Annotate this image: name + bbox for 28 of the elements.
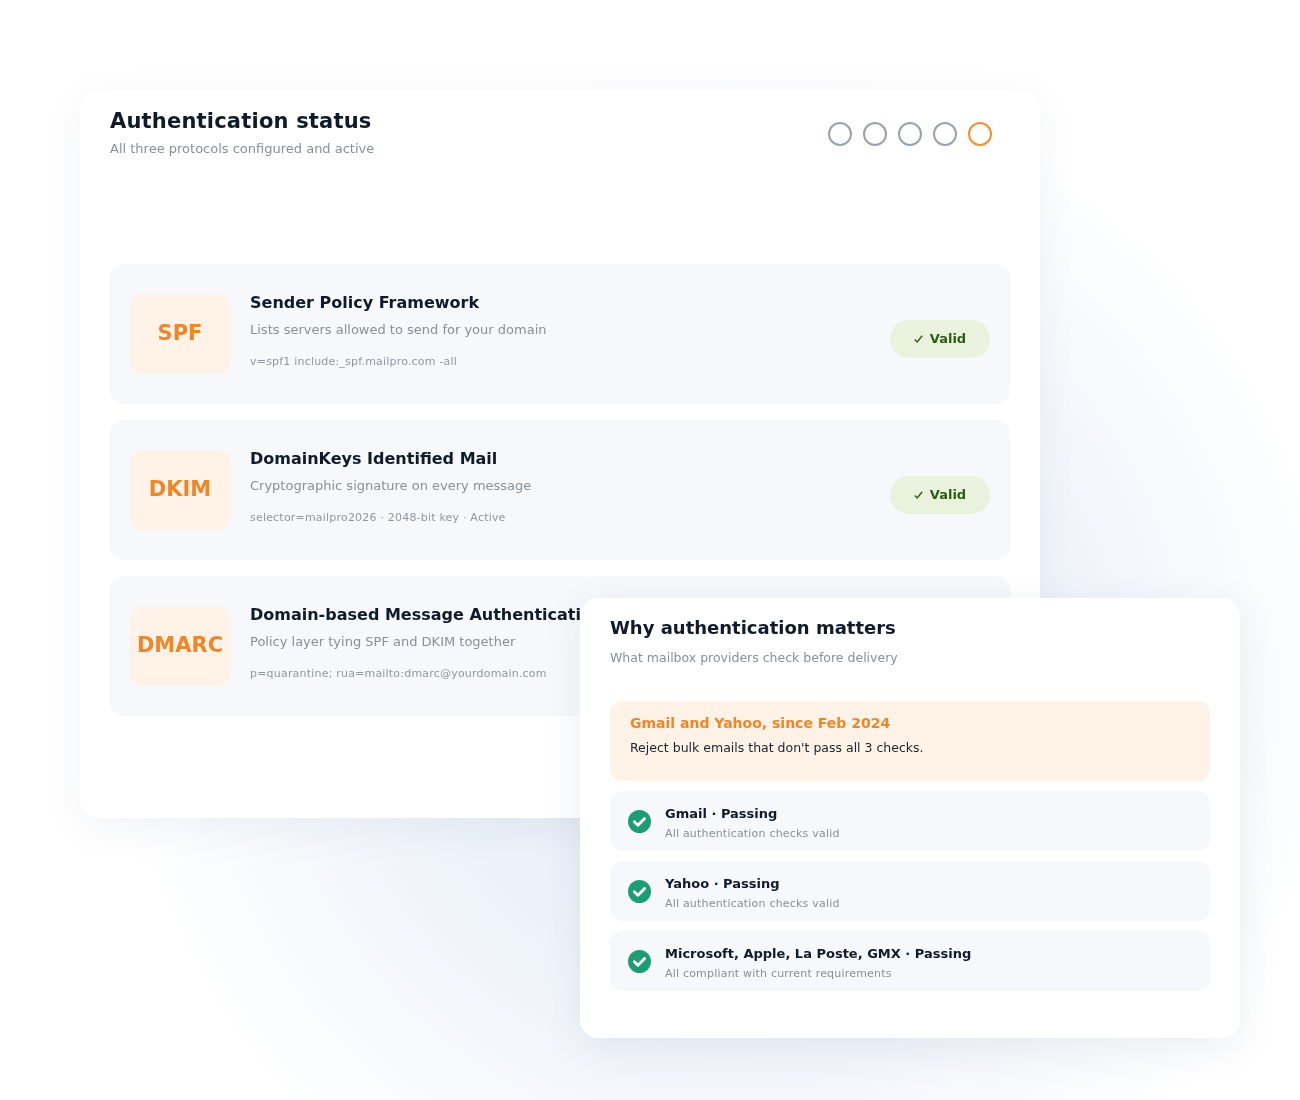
- card-subtitle: All three protocols configured and active: [110, 140, 375, 158]
- protocol-name: Sender Policy Framework: [250, 293, 480, 313]
- status-label: Valid: [929, 485, 967, 504]
- check-icon: [913, 490, 923, 499]
- card-title: Authentication status: [110, 108, 372, 134]
- dns-record: p=quarantine; rua=mailto:dmarc@yourdomain.com: [250, 667, 547, 681]
- protocol-description: Policy layer tying SPF and DKIM together: [250, 633, 516, 651]
- notice-text: Reject bulk emails that don't pass all 3 checks.: [630, 739, 924, 757]
- dns-record: v=spf1 include:_spf.mailpro.com -all: [250, 355, 458, 369]
- provider-detail: All compliant with current requirements: [665, 967, 892, 981]
- protocol-abbreviation: DMARC: [136, 632, 224, 660]
- protocol-name: Domain-based Message Authenticati: [250, 605, 581, 625]
- provider-name: Yahoo · Passing: [665, 876, 780, 892]
- protocol-name: DomainKeys Identified Mail: [250, 449, 498, 469]
- status-label: Valid: [929, 329, 967, 348]
- notice-title: Gmail and Yahoo, since Feb 2024: [630, 714, 891, 732]
- protocol-abbreviation: SPF: [157, 320, 203, 348]
- provider-name: Microsoft, Apple, La Poste, GMX · Passing: [665, 946, 972, 962]
- protocol-description: Cryptographic signature on every message: [250, 477, 532, 495]
- provider-detail: All authentication checks valid: [665, 827, 840, 841]
- provider-name: Gmail · Passing: [665, 806, 778, 822]
- dns-record: selector=mailpro2026 · 2048-bit key · Active: [250, 511, 506, 525]
- panel-title: Why authentication matters: [610, 617, 896, 639]
- panel-subtitle: What mailbox providers check before delivery: [610, 649, 898, 667]
- provider-detail: All authentication checks valid: [665, 897, 840, 911]
- check-icon: [913, 334, 923, 343]
- protocol-abbreviation: DKIM: [148, 476, 212, 504]
- protocol-description: Lists servers allowed to send for your domain: [250, 321, 547, 339]
